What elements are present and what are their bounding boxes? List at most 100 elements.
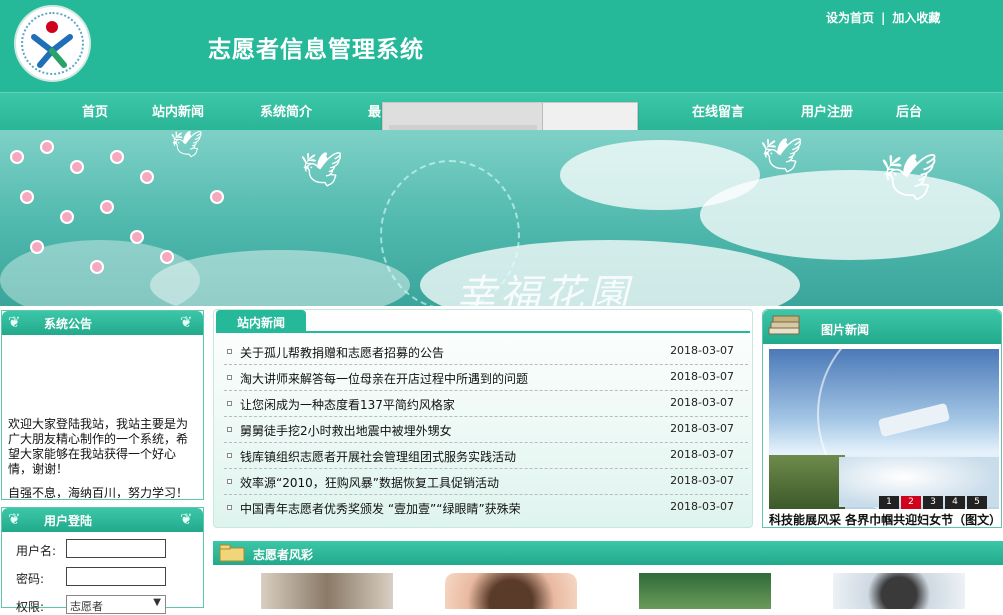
blossom-icon: [70, 160, 84, 174]
news-title[interactable]: 舅舅徒手挖2小时救出地震中被埋外甥女: [240, 422, 452, 439]
volunteer-style-header: 志愿者风彩: [213, 541, 1003, 565]
news-date: 2018-03-07: [670, 474, 734, 487]
bullet-icon: [227, 401, 232, 406]
news-panel-title[interactable]: 站内新闻: [216, 310, 306, 332]
picture-news-image[interactable]: [769, 349, 999, 509]
banner: 🕊 🕊 🕊 🕊 幸福花園: [0, 130, 1003, 306]
news-title[interactable]: 让您闲成为一种态度看137平简约风格家: [240, 396, 455, 413]
username-input[interactable]: [66, 539, 166, 558]
nav-item-site-news[interactable]: 站内新闻: [152, 101, 204, 120]
pager-button-3[interactable]: 3: [923, 496, 943, 509]
picture-news-title: 图片新闻: [821, 323, 870, 337]
password-input[interactable]: [66, 567, 166, 586]
banner-slogan: 幸福花園: [456, 272, 632, 306]
pager-button-2[interactable]: 2: [901, 496, 921, 509]
ornament-icon: ❦: [180, 510, 193, 528]
news-row[interactable]: 让您闲成为一种态度看137平简约风格家 2018-03-07: [224, 391, 748, 417]
blossom-icon: [130, 230, 144, 244]
bullet-icon: [227, 479, 232, 484]
set-homepage-link[interactable]: 设为首页: [826, 11, 874, 25]
bullet-icon: [227, 505, 232, 510]
notice-panel: ❦ 系统公告 ❦ 欢迎大家登陆我站，我站主要是为广大朋友精心制作的一个系统，希望…: [1, 310, 204, 500]
news-title[interactable]: 淘大讲师来解答每一位母亲在开店过程中所遇到的问题: [240, 370, 528, 387]
bullet-icon: [227, 427, 232, 432]
books-icon: [768, 315, 800, 335]
blossom-icon: [40, 140, 54, 154]
nav-item-register[interactable]: 用户注册: [801, 101, 853, 120]
login-panel-header: ❦ 用户登陆 ❦: [2, 508, 203, 532]
notice-text-scrolling: 自强不息，海纳百川，努力学习！: [8, 486, 189, 498]
nav-item-home[interactable]: 首页: [82, 101, 108, 120]
top-links: 设为首页 | 加入收藏: [826, 9, 940, 26]
role-label: 权限:: [16, 600, 45, 614]
dove-icon: 🕊: [300, 150, 344, 190]
ornament-icon: ❦: [8, 313, 21, 331]
pager-button-5[interactable]: 5: [967, 496, 987, 509]
news-panel-divider: [216, 331, 750, 333]
news-date: 2018-03-07: [670, 500, 734, 513]
news-row[interactable]: 效率源“2010，狂购风暴”数据恢复工具促销活动 2018-03-07: [224, 469, 748, 495]
news-title[interactable]: 中国青年志愿者优秀奖颁发 “壹加壹”“绿眼睛”获殊荣: [240, 500, 521, 517]
news-date: 2018-03-07: [670, 344, 734, 357]
notice-panel-title: 系统公告: [44, 317, 93, 331]
volunteer-photo[interactable]: [639, 573, 771, 609]
volunteer-photo[interactable]: [261, 573, 393, 609]
nav-item-system-intro[interactable]: 系统简介: [260, 101, 312, 120]
news-date: 2018-03-07: [670, 370, 734, 383]
role-select[interactable]: 志愿者 ▼: [66, 595, 166, 614]
volunteer-photo[interactable]: [445, 573, 577, 609]
news-row[interactable]: 钱库镇组织志愿者开展社会管理组团式服务实践活动 2018-03-07: [224, 443, 748, 469]
password-label: 密码:: [16, 572, 45, 586]
chevron-down-icon: ▼: [153, 597, 161, 608]
blossom-icon: [140, 170, 154, 184]
news-row[interactable]: 中国青年志愿者优秀奖颁发 “壹加壹”“绿眼睛”获殊荣 2018-03-07: [224, 495, 748, 521]
news-date: 2018-03-07: [670, 396, 734, 409]
login-panel: ❦ 用户登陆 ❦ 用户名: 密码: 权限: 志愿者 ▼: [1, 507, 204, 614]
news-title[interactable]: 钱库镇组织志愿者开展社会管理组团式服务实践活动: [240, 448, 516, 465]
username-label: 用户名:: [16, 544, 57, 558]
blossom-icon: [160, 250, 174, 264]
pager-button-4[interactable]: 4: [945, 496, 965, 509]
folder-icon: [219, 544, 245, 562]
news-row[interactable]: 淘大讲师来解答每一位母亲在开店过程中所遇到的问题 2018-03-07: [224, 365, 748, 391]
site-logo[interactable]: [14, 5, 91, 82]
news-row[interactable]: 关于孤儿帮教捐赠和志愿者招募的公告 2018-03-07: [224, 339, 748, 365]
blossom-icon: [10, 150, 24, 164]
picture-news-panel: 图片新闻 1 2 3 4 5 科技能展风采 各界巾帼共迎妇女节（图文）: [762, 309, 1002, 528]
ornament-icon: ❦: [180, 313, 193, 331]
news-panel: 站内新闻 关于孤儿帮教捐赠和志愿者招募的公告 2018-03-07 淘大讲师来解…: [213, 309, 753, 528]
picture-news-header: 图片新闻: [763, 310, 1001, 344]
login-panel-title: 用户登陆: [44, 514, 93, 528]
bullet-icon: [227, 453, 232, 458]
blossom-icon: [210, 190, 224, 204]
nav-item-admin[interactable]: 后台: [896, 101, 922, 120]
dove-icon: 🕊: [170, 130, 204, 160]
nav-item-partial[interactable]: 最: [368, 101, 381, 120]
dove-icon: 🕊: [880, 150, 939, 204]
dove-icon: 🕊: [760, 136, 804, 176]
blossom-icon: [60, 210, 74, 224]
pager-button-1[interactable]: 1: [879, 496, 899, 509]
news-title[interactable]: 关于孤儿帮教捐赠和志愿者招募的公告: [240, 344, 444, 361]
news-title[interactable]: 效率源“2010，狂购风暴”数据恢复工具促销活动: [240, 474, 499, 491]
banner-cloud: [700, 170, 1000, 260]
blossom-icon: [90, 260, 104, 274]
notice-text: 欢迎大家登陆我站，我站主要是为广大朋友精心制作的一个系统，希望大家能够在我站获得…: [8, 417, 189, 476]
volunteer-logo-icon: [31, 21, 73, 68]
bullet-icon: [227, 349, 232, 354]
notice-panel-header: ❦ 系统公告 ❦: [2, 311, 203, 335]
blossom-icon: [100, 200, 114, 214]
nav-item-guestbook[interactable]: 在线留言: [692, 101, 744, 120]
blossom-icon: [20, 190, 34, 204]
picture-news-caption[interactable]: 科技能展风采 各界巾帼共迎妇女节（图文）: [769, 511, 1001, 528]
ornament-icon: ❦: [8, 510, 21, 528]
blossom-icon: [30, 240, 44, 254]
volunteer-photo[interactable]: [833, 573, 965, 609]
volunteer-style-panel: 志愿者风彩: [213, 541, 1003, 609]
top-links-separator: |: [881, 11, 886, 25]
news-date: 2018-03-07: [670, 448, 734, 461]
add-favorite-link[interactable]: 加入收藏: [892, 11, 940, 25]
role-select-value: 志愿者: [70, 600, 103, 613]
news-row[interactable]: 舅舅徒手挖2小时救出地震中被埋外甥女 2018-03-07: [224, 417, 748, 443]
site-title: 志愿者信息管理系统: [208, 37, 424, 63]
